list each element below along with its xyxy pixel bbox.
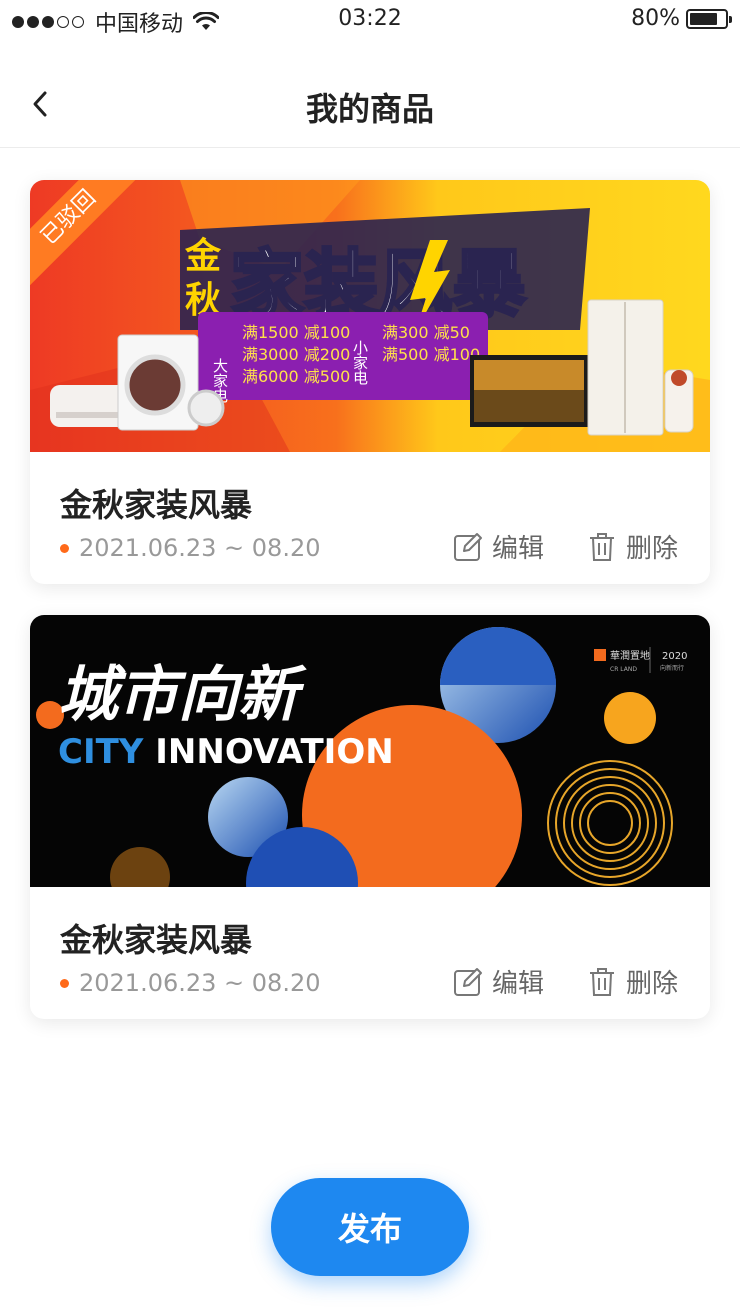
product-card[interactable]: 城市向新 CITY INNOVATION 華潤置地 CR LAND 2020 向… [30,615,710,1019]
product-title: 金秋家装风暴 [60,921,253,959]
svg-text:華潤置地: 華潤置地 [610,649,650,662]
refrigerator-graphic [587,299,664,436]
promo-left-line: 满3000 减200 [242,345,350,364]
status-bar: 中国移动 03:22 80% [0,0,740,40]
nav-bar: 我的商品 [0,60,740,148]
date-range: 2021.06.23 ~ 08.20 [79,969,321,997]
status-dot-icon [60,543,69,553]
page-title: 我的商品 [305,90,434,128]
date-range: 2021.06.23 ~ 08.20 [79,534,321,562]
status-dot-icon [60,978,69,988]
svg-text:2020: 2020 [662,651,687,662]
delete-label: 删除 [626,969,679,999]
promo-left-line: 满1500 减100 [242,323,350,342]
battery-percent: 80% [631,6,680,31]
banner-headline: 城市向新 [58,660,307,730]
promo-right-line: 满500 减100 [382,345,480,364]
publish-button[interactable]: 发布 [271,1178,469,1276]
product-card[interactable]: 金 秋 家装风暴 大家电 满1500 减100 满3000 减200 满6000… [30,180,710,584]
delete-button[interactable]: 删除 [586,963,678,1000]
edit-button[interactable]: 编辑 [452,528,544,565]
delete-label: 删除 [626,534,679,564]
status-right: 80% [631,6,732,31]
edit-icon [454,967,482,996]
svg-text:向新而行: 向新而行 [660,664,684,672]
battery-level [690,12,718,25]
edit-button[interactable]: 编辑 [452,963,544,1000]
edit-label: 编辑 [492,969,545,999]
product-banner-image: 金 秋 家装风暴 大家电 满1500 减100 满3000 减200 满6000… [30,180,710,452]
promo-left-line: 满6000 减500 [242,367,350,386]
svg-text:CR LAND: CR LAND [610,666,637,673]
appliance-promo-banner: 金 秋 家装风暴 大家电 满1500 减100 满3000 减200 满6000… [30,180,710,452]
product-date: 2021.06.23 ~ 08.20 [60,969,321,997]
edit-icon [454,532,482,561]
product-banner-image: 城市向新 CITY INNOVATION 華潤置地 CR LAND 2020 向… [30,615,710,887]
product-title: 金秋家装风暴 [60,486,253,524]
city-innovation-banner: 城市向新 CITY INNOVATION 華潤置地 CR LAND 2020 向… [30,615,710,887]
edit-label: 编辑 [492,534,545,564]
product-date: 2021.06.23 ~ 08.20 [60,534,321,562]
juicer-graphic [664,369,694,433]
trash-icon [590,967,614,996]
card-body: 金秋家装风暴 2021.06.23 ~ 08.20 编辑 删除 [30,887,710,1019]
banner-prefix-top: 金 [184,235,222,277]
promo-right-label: 小家电 [351,340,369,385]
promo-right-line: 满300 减50 [382,323,470,342]
status-time: 03:22 [338,6,402,31]
delete-button[interactable]: 删除 [586,528,678,565]
battery-icon [686,8,732,29]
tv-graphic [470,355,588,427]
banner-subline: CITY INNOVATION [58,732,394,772]
card-body: 金秋家装风暴 2021.06.23 ~ 08.20 编辑 删除 [30,452,710,584]
trash-icon [590,532,614,561]
